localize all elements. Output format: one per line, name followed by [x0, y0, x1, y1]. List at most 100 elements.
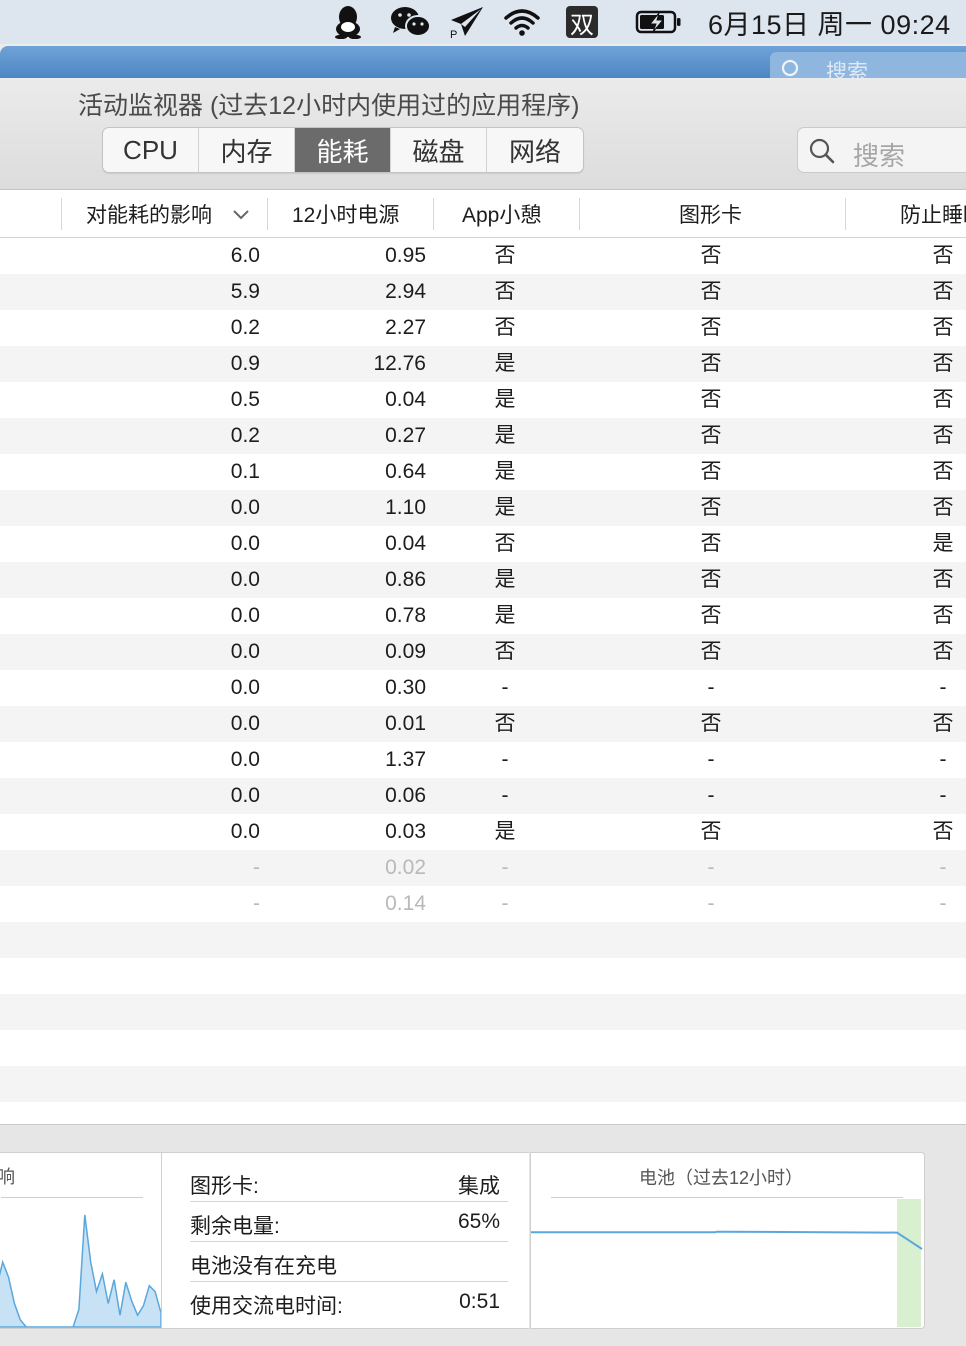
column-header-label: 对能耗的影响 [86, 203, 212, 227]
cell-12h-power: 0.01 [385, 712, 426, 735]
cell-app-nap: 是 [494, 388, 516, 411]
tab-memory[interactable]: 内存 [199, 128, 295, 172]
cell-app-nap: 否 [494, 712, 516, 735]
empty-row [0, 922, 966, 958]
cell-prevent-sleep: 否 [932, 352, 954, 375]
cell-app-nap: 是 [494, 496, 516, 519]
table-row[interactable]: 0.0 0.03 是 否 否 [0, 814, 966, 850]
cell-prevent-sleep: 否 [932, 712, 954, 735]
table-row[interactable]: 0.9 12.76 是 否 否 [0, 346, 966, 382]
table-row[interactable]: 5.9 2.94 否 否 否 [0, 274, 966, 310]
battery-level-chart [531, 1199, 923, 1327]
battery-icon[interactable] [634, 0, 684, 44]
qq-icon[interactable] [330, 0, 366, 44]
empty-row [0, 1030, 966, 1066]
tab-cpu[interactable]: CPU [103, 128, 199, 172]
cell-prevent-sleep: 否 [932, 568, 954, 591]
cell-prevent-sleep: - [939, 676, 947, 699]
column-header-graphics[interactable]: 图形卡 [679, 190, 742, 237]
menubar-clock[interactable]: 6月15日 周一 09:24 [708, 0, 951, 44]
table-header: 对能耗的影响 12小时电源 App小憩 图形卡 防止睡眠 [0, 190, 966, 238]
cell-graphics: 否 [700, 496, 722, 519]
cell-graphics: - [707, 856, 715, 879]
table-row[interactable]: - 0.02 - - - [0, 850, 966, 886]
cell-prevent-sleep: - [939, 784, 947, 807]
battery-history-panel: 电池（过去12小时） [530, 1152, 925, 1329]
cell-energy-impact: 0.0 [230, 532, 260, 555]
column-header-app-nap[interactable]: App小憩 [462, 190, 541, 237]
table-row[interactable]: 6.0 0.95 否 否 否 [0, 238, 966, 274]
cell-prevent-sleep: 否 [932, 316, 954, 339]
graphics-card-value: 集成 [458, 1175, 500, 1198]
energy-impact-chart-panel: 响 [0, 1152, 162, 1329]
paper-plane-icon[interactable]: P [446, 0, 486, 44]
table-row[interactable]: 0.0 0.01 否 否 否 [0, 706, 966, 742]
table-row[interactable]: 0.0 0.30 - - - [0, 670, 966, 706]
table-row[interactable]: 0.0 0.04 否 否 是 [0, 526, 966, 562]
table-row[interactable]: 0.2 0.27 是 否 否 [0, 418, 966, 454]
cell-energy-impact: 0.0 [230, 496, 260, 519]
tab-bar: CPU 内存 能耗 磁盘 网络 [102, 127, 584, 173]
empty-row [0, 958, 966, 994]
charging-period-band [897, 1199, 921, 1327]
cell-app-nap: 是 [494, 568, 516, 591]
cell-12h-power: 12.76 [373, 352, 426, 375]
column-header-energy-impact[interactable]: 对能耗的影响 [86, 190, 250, 237]
cell-graphics: 否 [700, 460, 722, 483]
column-header-12h-power[interactable]: 12小时电源 [292, 190, 399, 237]
titlebar-search-field[interactable]: 搜索 [770, 52, 966, 78]
cell-graphics: 否 [700, 640, 722, 663]
remaining-charge-label: 剩余电量: [190, 1215, 280, 1238]
cell-prevent-sleep: 否 [932, 820, 954, 843]
cell-app-nap: - [501, 892, 509, 915]
wifi-icon[interactable] [500, 0, 544, 44]
cell-energy-impact: - [253, 856, 260, 879]
charging-status-row: 电池没有在充电 [190, 1242, 508, 1282]
search-input[interactable]: 搜索 [797, 127, 966, 173]
table-row[interactable]: 0.0 1.10 是 否 否 [0, 490, 966, 526]
cell-app-nap: 否 [494, 532, 516, 555]
table-row[interactable]: 0.0 0.09 否 否 否 [0, 634, 966, 670]
cell-prevent-sleep: 否 [932, 280, 954, 303]
table-row[interactable]: 0.2 2.27 否 否 否 [0, 310, 966, 346]
tab-energy[interactable]: 能耗 [295, 128, 391, 172]
cell-energy-impact: 0.9 [230, 352, 260, 375]
cell-prevent-sleep: 否 [932, 424, 954, 447]
cell-energy-impact: 0.0 [230, 820, 260, 843]
cell-prevent-sleep: 否 [932, 604, 954, 627]
cell-12h-power: 0.09 [385, 640, 426, 663]
table-row[interactable]: 0.0 0.06 - - - [0, 778, 966, 814]
column-divider [433, 198, 434, 230]
cell-12h-power: 2.94 [385, 280, 426, 303]
cell-graphics: 否 [700, 568, 722, 591]
cell-energy-impact: 0.0 [230, 712, 260, 735]
table-row[interactable]: 0.0 1.37 - - - [0, 742, 966, 778]
cell-12h-power: 0.02 [385, 856, 426, 879]
table-row[interactable]: 0.0 0.78 是 否 否 [0, 598, 966, 634]
window-titlebar: 搜索 [0, 46, 966, 78]
table-row[interactable]: 0.0 0.86 是 否 否 [0, 562, 966, 598]
tab-network[interactable]: 网络 [487, 128, 583, 172]
cell-12h-power: 0.04 [385, 532, 426, 555]
search-placeholder: 搜索 [853, 141, 906, 171]
graphics-card-row: 图形卡: 集成 [190, 1162, 508, 1202]
cell-energy-impact: 0.2 [230, 424, 260, 447]
column-header-prevent-sleep[interactable]: 防止睡眠 [900, 190, 966, 237]
table-row[interactable]: 0.5 0.04 是 否 否 [0, 382, 966, 418]
input-method-icon[interactable]: 双 [564, 0, 600, 44]
cell-energy-impact: 0.5 [230, 388, 260, 411]
wechat-icon[interactable] [388, 0, 434, 44]
cell-energy-impact: 0.2 [230, 316, 260, 339]
cell-energy-impact: 0.0 [230, 640, 260, 663]
cell-app-nap: 否 [494, 316, 516, 339]
empty-row [0, 994, 966, 1030]
cell-energy-impact: - [253, 892, 260, 915]
tab-disk[interactable]: 磁盘 [391, 128, 487, 172]
cell-12h-power: 0.04 [385, 388, 426, 411]
cell-energy-impact: 0.0 [230, 604, 260, 627]
cell-app-nap: - [501, 784, 509, 807]
table-row[interactable]: 0.1 0.64 是 否 否 [0, 454, 966, 490]
cell-graphics: 否 [700, 280, 722, 303]
table-row[interactable]: - 0.14 - - - [0, 886, 966, 922]
ac-time-value: 0:51 [459, 1290, 500, 1313]
